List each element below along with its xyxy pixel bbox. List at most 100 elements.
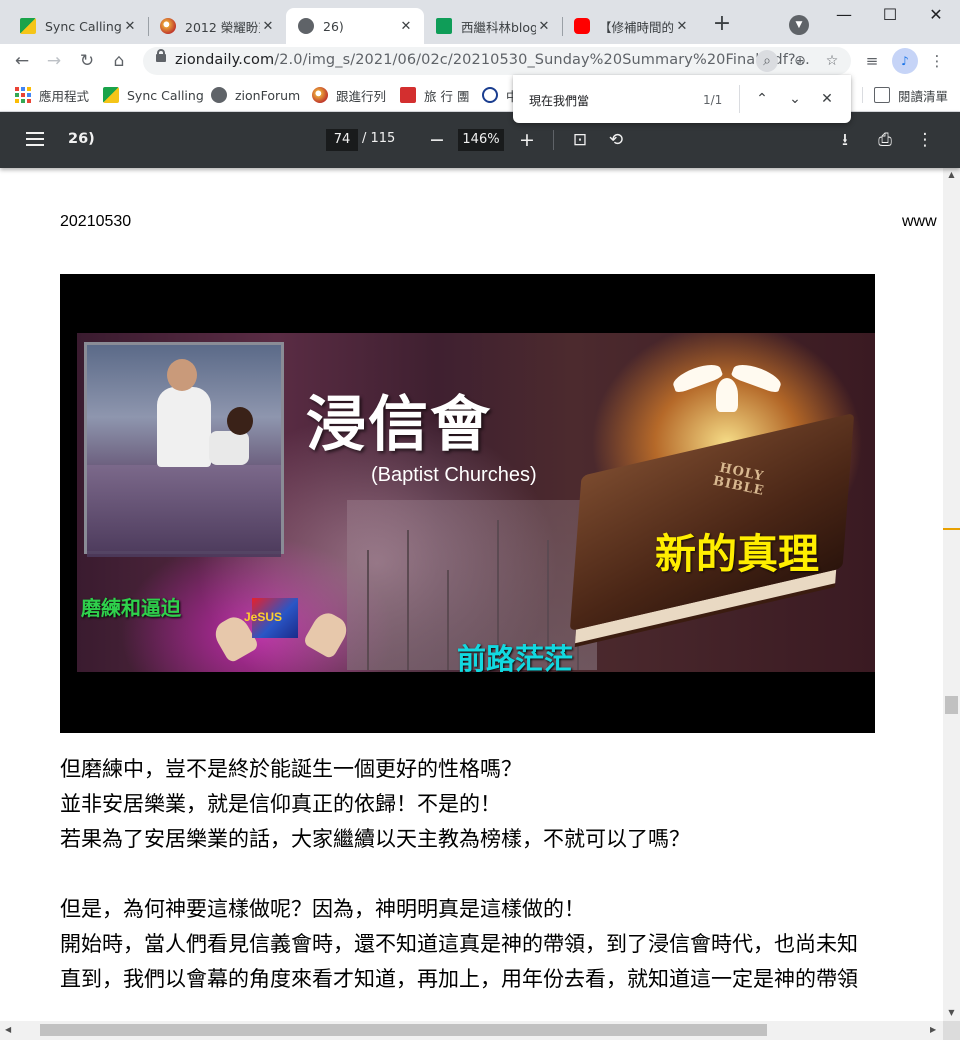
poster-bottom-caption: 前路茫茫: [457, 642, 574, 676]
lock-icon[interactable]: [156, 49, 166, 62]
pdf-viewer[interactable]: 20210530 www HOLY BIBLE JeSUS 浸信會 (Bapti…: [0, 168, 960, 1040]
apps-grid-icon: [15, 87, 31, 103]
clock-icon: [482, 87, 498, 103]
vertical-scroll-thumb[interactable]: [945, 696, 958, 714]
bookmark-star-icon[interactable]: ☆: [821, 50, 843, 72]
tab-title: 26): [323, 18, 344, 34]
tab-active-pdf[interactable]: 26) ✕: [286, 8, 424, 44]
browser-toolbar: ← → ↻ ⌂ ziondaily.com/2.0/img_s/2021/06/…: [0, 44, 960, 78]
jesus-box-label: JeSUS: [244, 610, 283, 624]
profile-avatar-icon[interactable]: ♪: [892, 48, 918, 74]
scroll-down-icon[interactable]: ▼: [943, 1008, 960, 1017]
find-close-icon[interactable]: ✕: [815, 87, 839, 111]
palette-icon: [312, 87, 328, 103]
reload-button[interactable]: ↻: [74, 48, 100, 74]
travel-icon: [400, 87, 416, 103]
close-tab-icon[interactable]: ✕: [536, 19, 552, 34]
page-number-input[interactable]: 74: [326, 129, 358, 151]
find-in-page-icon[interactable]: ⌕: [756, 50, 778, 72]
reading-list-button[interactable]: 閱讀清單: [874, 85, 948, 105]
find-previous-icon[interactable]: ⌃: [750, 87, 774, 111]
tab-strip: Sync Calling ✕ 2012 榮耀盼望 ✕ 26) ✕ 西繼科林blo…: [0, 0, 960, 44]
zoom-icon[interactable]: ⊕: [789, 50, 811, 72]
dove-icon: [670, 354, 784, 414]
address-bar[interactable]: ziondaily.com/2.0/img_s/2021/06/02c/2021…: [143, 47, 851, 75]
tab-blog[interactable]: 西繼科林blog ✕: [424, 8, 562, 44]
sidebar-menu-icon[interactable]: [26, 132, 44, 146]
forward-button[interactable]: →: [41, 48, 67, 74]
close-tab-icon[interactable]: ✕: [122, 19, 138, 34]
zoom-out-button[interactable]: −: [425, 128, 449, 152]
paragraph-line: 但是，為何神要這樣做呢？因為，神明明真是這樣做的！: [60, 897, 585, 921]
download-icon[interactable]: ⭳: [833, 128, 857, 152]
sync-calling-icon: [103, 87, 119, 103]
poster-right-title: 新的真理: [655, 530, 819, 578]
reading-list-label: 閱讀清單: [898, 88, 949, 104]
pdf-more-icon[interactable]: ⋮: [913, 128, 937, 152]
scroll-left-icon[interactable]: ◀: [5, 1025, 11, 1034]
palette-icon: [160, 18, 176, 34]
bookmark-apps[interactable]: 應用程式: [15, 85, 89, 105]
youtube-icon: [574, 18, 590, 34]
find-match-marker: [943, 528, 960, 530]
poster-subtitle: (Baptist Churches): [371, 464, 537, 486]
print-icon[interactable]: ⎙: [873, 128, 897, 152]
poster-left-caption: 磨練和逼迫: [81, 596, 181, 620]
more-menu-icon[interactable]: ⋮: [924, 48, 950, 74]
horizontal-scrollbar[interactable]: ◀ ▶: [0, 1021, 943, 1040]
bookmark-travel[interactable]: 旅 行 團: [400, 85, 469, 105]
bookmark-separator: [862, 87, 863, 103]
back-button[interactable]: ←: [9, 48, 35, 74]
minimize-button[interactable]: —: [821, 0, 867, 32]
fit-to-page-icon[interactable]: ⊡: [568, 128, 592, 152]
find-separator: [739, 85, 740, 113]
globe-icon: [211, 87, 227, 103]
vertical-scrollbar[interactable]: ▲ ▼: [943, 168, 960, 1021]
zoom-in-button[interactable]: +: [515, 128, 539, 152]
paragraph-line: 但磨練中，豈不是終於能誕生一個更好的性格嗎？: [60, 757, 522, 781]
close-tab-icon[interactable]: ✕: [260, 19, 276, 34]
horizontal-scroll-thumb[interactable]: [40, 1024, 767, 1036]
paragraph-line: 若果為了安居樂業的話，大家繼續以天主教為榜樣，不就可以了嗎？: [60, 827, 690, 851]
media-queue-icon[interactable]: ≡: [859, 48, 885, 74]
scroll-up-icon[interactable]: ▲: [943, 170, 960, 179]
close-tab-icon[interactable]: ✕: [398, 19, 414, 34]
new-tab-button[interactable]: +: [710, 13, 734, 37]
bookmark-sync-calling[interactable]: Sync Calling: [103, 85, 204, 105]
poster-image: HOLY BIBLE JeSUS 浸信會 (Baptist Churches) …: [60, 274, 875, 733]
tab-title: 西繼科林blog: [461, 19, 536, 35]
doc-header-site: www: [902, 213, 937, 230]
tab-title: 【修補時間的: [599, 19, 674, 35]
pdf-toolbar-separator: [553, 130, 554, 150]
find-next-icon[interactable]: ⌄: [783, 87, 807, 111]
close-window-button[interactable]: ✕: [913, 0, 959, 32]
poster-main-title: 浸信會: [306, 390, 492, 460]
bookmark-label: zionForum: [235, 87, 301, 103]
tab-2012[interactable]: 2012 榮耀盼望 ✕: [148, 8, 286, 44]
url-text[interactable]: ziondaily.com/2.0/img_s/2021/06/02c/2021…: [175, 52, 810, 68]
bookmark-label: 旅 行 團: [424, 88, 470, 104]
paragraph-line: 開始時，當人們看見信義會時，還不知道這真是神的帶領，到了浸信會時代，也尚未知: [60, 932, 858, 956]
paragraph-line: 並非安居樂業，就是信仰真正的依歸！不是的！: [60, 792, 501, 816]
paragraph-line: 直到，我們以會幕的角度來看才知道，再加上，用年份去看，就知道這一定是神的帶領: [60, 967, 858, 991]
reading-list-icon: [874, 87, 890, 103]
page-total: / 115: [362, 131, 396, 146]
doc-header-date: 20210530: [60, 213, 132, 230]
close-tab-icon[interactable]: ✕: [674, 19, 690, 34]
scroll-right-icon[interactable]: ▶: [930, 1025, 936, 1034]
tab-youtube[interactable]: 【修補時間的 ✕: [562, 8, 700, 44]
pdf-title: 26): [68, 131, 95, 147]
bookmark-zionforum[interactable]: zionForum: [211, 85, 300, 105]
bookmark-followup[interactable]: 跟進行列: [312, 85, 386, 105]
baptism-photo: [84, 342, 284, 557]
sync-calling-icon: [20, 18, 36, 34]
maximize-button[interactable]: ☐: [867, 0, 913, 32]
rotate-icon[interactable]: ⟲: [604, 128, 628, 152]
tab-title: Sync Calling: [45, 18, 122, 34]
tab-search-icon[interactable]: ▼: [789, 15, 809, 35]
tab-sync-calling[interactable]: Sync Calling ✕: [8, 8, 148, 44]
zoom-input[interactable]: 146%: [458, 129, 504, 151]
find-input[interactable]: 現在我們當: [529, 92, 589, 109]
home-button[interactable]: ⌂: [106, 48, 132, 74]
globe-icon: [298, 18, 314, 34]
